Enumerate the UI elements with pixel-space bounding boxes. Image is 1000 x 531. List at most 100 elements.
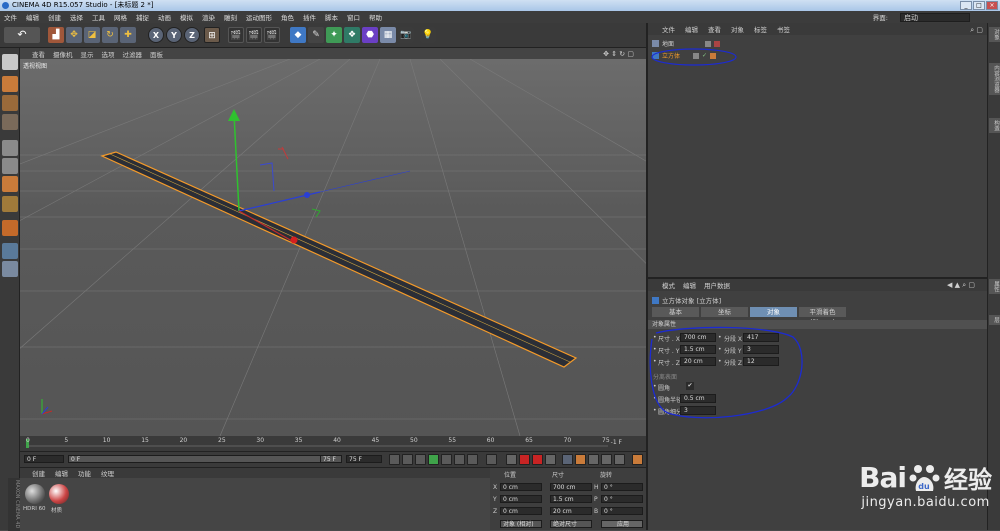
workplane-icon[interactable] <box>2 261 18 277</box>
coordinate-system-icon[interactable]: ⊞ <box>204 27 220 43</box>
tab-object[interactable]: 对象 <box>750 307 797 317</box>
beam-object[interactable] <box>100 151 578 368</box>
object-menu-objects[interactable]: 对象 <box>731 24 744 34</box>
deformer-icon[interactable]: ⬣ <box>362 27 378 43</box>
polygons-mode-icon[interactable] <box>2 176 18 192</box>
size-y-field[interactable]: 1.5 cm <box>550 495 592 503</box>
texture-mode-icon[interactable] <box>2 95 18 111</box>
viewport-menu-camera[interactable]: 摄像机 <box>53 49 73 59</box>
key-param-icon[interactable] <box>601 454 612 465</box>
menu-mograph[interactable]: 运动图形 <box>246 12 272 22</box>
menu-sculpt[interactable]: 雕刻 <box>224 12 237 22</box>
undo-button[interactable]: ↶ <box>4 27 40 43</box>
frame-range-slider[interactable]: 0 F <box>68 455 336 463</box>
scale-tool-icon[interactable]: ◪ <box>84 27 100 43</box>
keyframe-select-icon[interactable] <box>506 454 517 465</box>
snap-icon[interactable] <box>2 243 18 259</box>
axis-mode-icon[interactable] <box>2 196 18 212</box>
size-mode-select[interactable]: 绝对尺寸 <box>550 520 592 528</box>
maximize-button[interactable]: □ <box>973 1 985 10</box>
close-button[interactable]: × <box>986 1 998 10</box>
hdri-material-swatch[interactable] <box>25 484 45 504</box>
camera-icon[interactable]: 📷 <box>398 27 414 43</box>
material-menu-function[interactable]: 功能 <box>78 468 91 478</box>
edges-mode-icon[interactable] <box>2 158 18 174</box>
rotation-b-field[interactable]: 0 ° <box>601 507 643 515</box>
menu-animate[interactable]: 动画 <box>158 12 171 22</box>
goto-end-2-icon[interactable] <box>486 454 497 465</box>
z-axis-dot-icon[interactable] <box>304 192 310 198</box>
size-x-field[interactable]: 700 cm <box>550 483 592 491</box>
menu-help[interactable]: 帮助 <box>369 12 382 22</box>
object-menu-tags[interactable]: 标签 <box>754 24 767 34</box>
object-menu-file[interactable]: 文件 <box>662 24 675 34</box>
attr-menu-userdata[interactable]: 用户数据 <box>704 280 730 290</box>
vtab-attributes[interactable]: 属性 <box>989 279 1000 294</box>
key-selection-icon[interactable] <box>545 454 556 465</box>
viewport-menu-options[interactable]: 选项 <box>102 49 115 59</box>
menu-create[interactable]: 创建 <box>48 12 61 22</box>
position-z-field[interactable]: 0 cm <box>500 507 542 515</box>
tweak-mode-icon[interactable] <box>2 220 18 236</box>
menu-plugins[interactable]: 插件 <box>303 12 316 22</box>
z-axis-lock-icon[interactable]: Z <box>184 27 200 43</box>
y-axis-arrow-icon[interactable] <box>228 109 240 121</box>
material-menu-edit[interactable]: 编辑 <box>55 468 68 478</box>
model-mode-icon[interactable] <box>2 76 18 92</box>
x-axis-handle[interactable] <box>238 210 293 242</box>
viewport-menu-view[interactable]: 查看 <box>32 49 45 59</box>
perspective-viewport[interactable]: 透视视图 <box>20 59 646 436</box>
viewport-menu-filter[interactable]: 过滤器 <box>123 49 143 59</box>
menu-character[interactable]: 角色 <box>281 12 294 22</box>
record-key-icon[interactable] <box>519 454 530 465</box>
material-menu-create[interactable]: 创建 <box>32 468 45 478</box>
rotation-p-field[interactable]: 0 ° <box>601 495 643 503</box>
render-settings-icon[interactable]: 🎬 <box>264 27 280 43</box>
menu-edit[interactable]: 编辑 <box>26 12 39 22</box>
menu-file[interactable]: 文件 <box>4 12 17 22</box>
current-frame-field[interactable]: 0 F <box>24 455 64 463</box>
x-axis-dot-icon[interactable] <box>290 236 298 244</box>
minimize-button[interactable]: _ <box>960 1 972 10</box>
menu-snap[interactable]: 捕捉 <box>136 12 149 22</box>
points-mode-icon[interactable] <box>2 140 18 156</box>
menu-tools[interactable]: 工具 <box>92 12 105 22</box>
position-y-field[interactable]: 0 cm <box>500 495 542 503</box>
cube-object-icon[interactable]: ◆ <box>290 27 306 43</box>
menu-window[interactable]: 窗口 <box>347 12 360 22</box>
recent-tool-icon[interactable]: ✚ <box>120 27 136 43</box>
floor-object-icon[interactable]: ▦ <box>380 27 396 43</box>
timeline-ruler[interactable]: 0 5 10 15 20 25 30 35 40 45 50 55 60 65 70 75 -1 F <box>20 436 646 451</box>
autokey-icon[interactable] <box>532 454 543 465</box>
menu-mesh[interactable]: 网格 <box>114 12 127 22</box>
object-menu-view[interactable]: 查看 <box>708 24 721 34</box>
key-rotation-icon[interactable] <box>588 454 599 465</box>
render-picture-viewer-icon[interactable]: 🎬 <box>246 27 262 43</box>
goto-start-icon[interactable] <box>389 454 400 465</box>
material-menu-texture[interactable]: 纹理 <box>101 468 114 478</box>
attr-nav-icons[interactable]: ◀ ▲ ⌕ ▢ <box>947 281 975 290</box>
y-axis-lock-icon[interactable]: Y <box>166 27 182 43</box>
menu-script[interactable]: 脚本 <box>325 12 338 22</box>
rotate-tool-icon[interactable]: ↻ <box>102 27 118 43</box>
vtab-layers[interactable]: 层 <box>989 315 1000 325</box>
subdivision-surface-icon[interactable]: ✦ <box>326 27 342 43</box>
array-object-icon[interactable]: ❖ <box>344 27 360 43</box>
size-z-field[interactable]: 20 cm <box>550 507 592 515</box>
material-swatch[interactable] <box>49 484 69 504</box>
layout-select[interactable]: 启动 <box>900 12 970 22</box>
prev-frame-icon[interactable] <box>415 454 426 465</box>
key-position-icon[interactable] <box>562 454 573 465</box>
key-scale-icon[interactable] <box>575 454 586 465</box>
y-axis-handle[interactable] <box>233 113 240 212</box>
apply-button[interactable]: 应用 <box>601 520 643 528</box>
light-icon[interactable]: 💡 <box>420 27 436 43</box>
vtab-content-browser[interactable]: 内容浏览器 <box>989 63 1000 95</box>
menu-simulate[interactable]: 模拟 <box>180 12 193 22</box>
goto-end-icon[interactable] <box>467 454 478 465</box>
tab-phong[interactable]: 平滑着色(Phong) <box>799 307 846 326</box>
key-pla-icon[interactable] <box>614 454 625 465</box>
make-editable-icon[interactable] <box>2 54 18 70</box>
x-axis-lock-icon[interactable]: X <box>148 27 164 43</box>
range-end-field[interactable]: 75 F <box>320 455 342 463</box>
